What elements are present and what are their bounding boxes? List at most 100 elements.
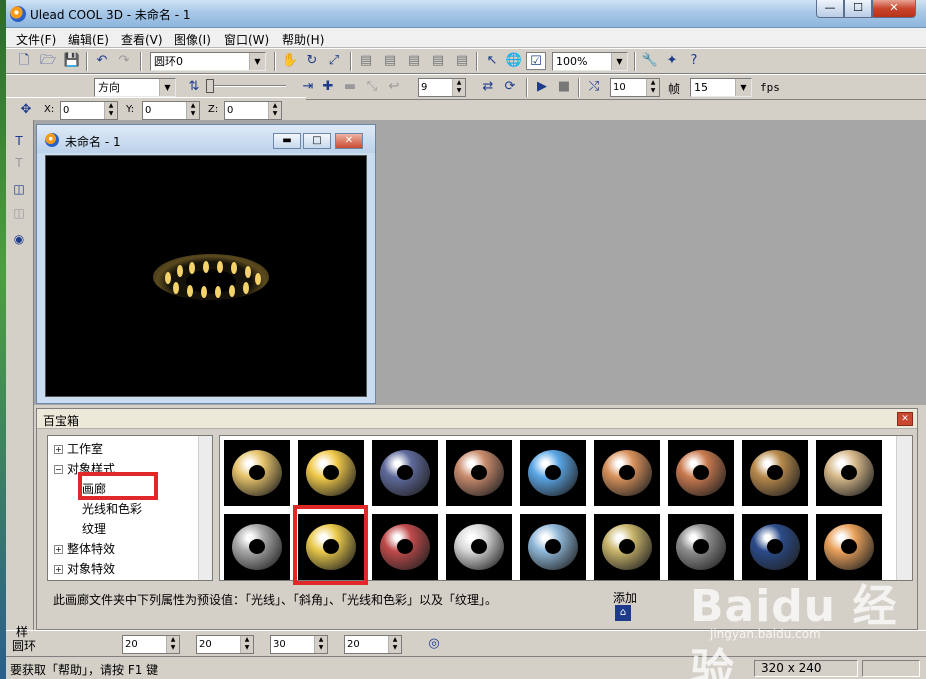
play-icon[interactable]: ▶ bbox=[532, 78, 552, 96]
expand-icon[interactable]: + bbox=[54, 445, 63, 454]
add-keyframe-icon[interactable]: ✚ bbox=[318, 78, 338, 96]
donut-preview bbox=[380, 450, 430, 496]
fps-value: 15 bbox=[694, 81, 708, 94]
remove-keyframe-icon[interactable]: ▬ bbox=[340, 78, 360, 96]
globe-icon[interactable]: 🌐 bbox=[504, 52, 524, 70]
y-field[interactable]: 0 ▲ ▼ bbox=[142, 101, 200, 120]
move-object-icon[interactable]: ✥ bbox=[16, 101, 36, 119]
render-canvas[interactable] bbox=[45, 155, 367, 397]
open-folder-icon[interactable]: 🗁 bbox=[38, 52, 58, 70]
current-frame-spin[interactable]: 9 ▲ ▼ bbox=[418, 78, 466, 97]
doc-minimize-button[interactable]: ▬ bbox=[273, 133, 301, 149]
tree-item-object-fx[interactable]: + 对象特效 bbox=[54, 560, 115, 577]
gallery-thumbnail[interactable] bbox=[742, 440, 808, 506]
gallery-thumbnail[interactable] bbox=[446, 440, 512, 506]
close-button[interactable]: ✕ bbox=[872, 0, 916, 18]
save-icon[interactable]: 💾 bbox=[62, 52, 82, 70]
menu-help[interactable]: 帮助(H) bbox=[282, 31, 324, 48]
stop-icon[interactable]: ■ bbox=[554, 78, 574, 96]
toolbar-separator bbox=[86, 52, 88, 71]
minimize-button[interactable]: — bbox=[816, 0, 844, 18]
context-help-icon[interactable]: ? bbox=[684, 52, 704, 70]
gallery-thumbnail[interactable] bbox=[816, 440, 882, 506]
timeline-slider-thumb[interactable] bbox=[206, 79, 214, 93]
geometric-object-icon[interactable]: ◉ bbox=[10, 230, 28, 248]
align-right-icon[interactable]: ▤ bbox=[404, 52, 424, 70]
align-justify-icon[interactable]: ▤ bbox=[428, 52, 448, 70]
expand-icon[interactable]: + bbox=[54, 565, 63, 574]
edit-object-icon[interactable]: ◫ bbox=[10, 204, 28, 222]
x-field[interactable]: 0 ▲ ▼ bbox=[60, 101, 118, 120]
gallery-thumbnail[interactable] bbox=[446, 514, 512, 580]
tree-scrollbar[interactable] bbox=[198, 436, 212, 580]
plugin-icon[interactable]: 🔧 bbox=[640, 52, 660, 70]
object-select[interactable]: 圆环0 ▼ bbox=[150, 52, 266, 71]
menu-edit[interactable]: 编辑(E) bbox=[68, 31, 109, 48]
add-to-gallery-icon[interactable]: ⌂ bbox=[615, 605, 631, 621]
menu-view[interactable]: 查看(V) bbox=[121, 31, 163, 48]
direction-select[interactable]: 方向 ▼ bbox=[94, 78, 176, 97]
total-frames-spin[interactable]: 10 ▲ ▼ bbox=[610, 78, 660, 97]
gallery-thumbnail[interactable] bbox=[224, 440, 290, 506]
timeline-slider-track[interactable] bbox=[208, 85, 286, 87]
undo-icon[interactable]: ↶ bbox=[92, 52, 112, 70]
resize-object-icon[interactable]: ⤢ bbox=[324, 52, 344, 70]
redo-icon[interactable]: ↷ bbox=[114, 52, 134, 70]
keyframe-icon[interactable]: ⇅ bbox=[184, 78, 204, 96]
gallery-thumbnail[interactable] bbox=[298, 440, 364, 506]
property-field-1[interactable]: 20 ▲ ▼ bbox=[122, 635, 180, 654]
tree-item-texture[interactable]: 纹理 bbox=[82, 520, 106, 537]
donut-preview bbox=[676, 524, 726, 570]
tree-item-light-color[interactable]: 光线和色彩 bbox=[82, 500, 142, 517]
doc-close-button[interactable]: ✕ bbox=[335, 133, 363, 149]
insert-object-icon[interactable]: ◫ bbox=[10, 180, 28, 198]
expand-icon[interactable]: + bbox=[54, 545, 63, 554]
loop-icon[interactable]: ⇄ bbox=[478, 78, 498, 96]
checked-tool-icon[interactable]: ☑ bbox=[526, 52, 546, 70]
property-field-3[interactable]: 30 ▲ ▼ bbox=[270, 635, 328, 654]
pan-hand-icon[interactable]: ✋ bbox=[280, 52, 300, 70]
gallery-thumbnail[interactable] bbox=[372, 440, 438, 506]
gallery-thumbnail[interactable] bbox=[594, 440, 660, 506]
reverse-keyframe-icon[interactable]: ↩ bbox=[384, 78, 404, 96]
zoom-select[interactable]: 100% ▼ bbox=[552, 52, 628, 71]
fps-select[interactable]: 15 ▼ bbox=[690, 78, 752, 97]
torus-shape-icon[interactable]: ◎ bbox=[424, 635, 444, 653]
menu-file[interactable]: 文件(F) bbox=[16, 31, 56, 48]
property-field-4[interactable]: 20 ▲ ▼ bbox=[344, 635, 402, 654]
gallery-thumbnail[interactable] bbox=[668, 440, 734, 506]
gallery-thumbnail[interactable] bbox=[372, 514, 438, 580]
property-field-2[interactable]: 20 ▲ ▼ bbox=[196, 635, 254, 654]
gallery-thumbnail[interactable] bbox=[224, 514, 290, 580]
zoom-value: 100% bbox=[556, 55, 588, 68]
split-keyframe-icon[interactable]: ⤡ bbox=[362, 78, 382, 96]
gallery-thumbnail[interactable] bbox=[594, 514, 660, 580]
pointer-icon[interactable]: ↖ bbox=[482, 52, 502, 70]
position-toolbar: ✥ X: 0 ▲ ▼ Y: 0 ▲ ▼ Z: 0 ▲ ▼ bbox=[6, 97, 306, 121]
align-center-icon[interactable]: ▤ bbox=[380, 52, 400, 70]
gallery-thumbnail[interactable] bbox=[520, 514, 586, 580]
donut-preview bbox=[380, 524, 430, 570]
collapse-icon[interactable]: − bbox=[54, 465, 63, 474]
tree-item-studio[interactable]: + 工作室 bbox=[54, 440, 103, 457]
tree-item-global-fx[interactable]: + 整体特效 bbox=[54, 540, 115, 557]
gallery-scrollbar[interactable] bbox=[896, 436, 912, 580]
maximize-button[interactable]: ☐ bbox=[844, 0, 872, 18]
insert-text-icon[interactable]: T bbox=[10, 132, 28, 150]
pingpong-icon[interactable]: ⟳ bbox=[500, 78, 520, 96]
rotate-object-icon[interactable]: ↻ bbox=[302, 52, 322, 70]
frame-arrows-icon[interactable]: ⇥ bbox=[298, 78, 318, 96]
effects-icon[interactable]: ✦ bbox=[662, 52, 682, 70]
doc-maximize-button[interactable]: □ bbox=[303, 133, 331, 149]
ease-icon[interactable]: ⤭ bbox=[584, 78, 604, 96]
panel-close-button[interactable]: ✕ bbox=[897, 412, 913, 426]
align-left-icon[interactable]: ▤ bbox=[356, 52, 376, 70]
gallery-thumbnail[interactable] bbox=[520, 440, 586, 506]
z-field[interactable]: 0 ▲ ▼ bbox=[224, 101, 282, 120]
edit-text-icon[interactable]: T bbox=[10, 154, 28, 172]
menu-window[interactable]: 窗口(W) bbox=[224, 31, 269, 48]
menu-image[interactable]: 图像(I) bbox=[174, 31, 211, 48]
new-file-icon[interactable]: 🗋 bbox=[14, 52, 34, 70]
toolbar-separator bbox=[350, 52, 352, 71]
align-distribute-icon[interactable]: ▤ bbox=[452, 52, 472, 70]
